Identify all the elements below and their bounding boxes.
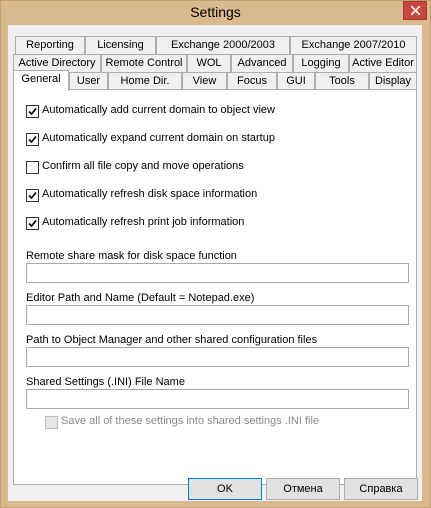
editor-path-input[interactable] (26, 305, 409, 325)
checkbox-refresh-disk-space[interactable] (26, 189, 39, 202)
option-label: Automatically add current domain to obje… (42, 104, 275, 116)
tab-user[interactable]: User (69, 72, 108, 90)
close-button[interactable] (403, 1, 427, 20)
object-manager-path-label: Path to Object Manager and other shared … (26, 334, 318, 346)
option-label: Automatically refresh print job informat… (42, 216, 245, 228)
checkbox-save-shared-settings[interactable] (45, 416, 58, 429)
tab-view[interactable]: View (182, 72, 227, 90)
tab-exchange-2007-2010[interactable]: Exchange 2007/2010 (290, 36, 417, 54)
option-label: Confirm all file copy and move operation… (42, 160, 244, 172)
dialog-client: Reporting Licensing Exchange 2000/2003 E… (8, 25, 422, 501)
tab-display[interactable]: Display (369, 72, 417, 90)
remote-share-mask-label: Remote share mask for disk space functio… (26, 250, 237, 262)
title-bar[interactable]: Settings (1, 1, 430, 25)
object-manager-path-input[interactable] (26, 347, 409, 367)
remote-share-mask-input[interactable] (26, 263, 409, 283)
checkmark-icon (28, 191, 37, 200)
tab-gui[interactable]: GUI (277, 72, 315, 90)
checkbox-refresh-print-job[interactable] (26, 217, 39, 230)
general-tab-panel: Automatically add current domain to obje… (13, 89, 417, 485)
cancel-button[interactable]: Отмена (266, 478, 340, 500)
tab-active-editor[interactable]: Active Editor (349, 54, 417, 72)
tab-home-dir[interactable]: Home Dir. (108, 72, 182, 90)
tab-wol[interactable]: WOL (187, 54, 231, 72)
checkbox-expand-current-domain[interactable] (26, 133, 39, 146)
checkbox-add-current-domain[interactable] (26, 105, 39, 118)
tab-general[interactable]: General (13, 70, 69, 91)
tab-focus[interactable]: Focus (227, 72, 277, 90)
option-label: Save all of these settings into shared s… (61, 415, 320, 427)
checkbox-confirm-copy-move[interactable] (26, 161, 39, 174)
checkmark-icon (28, 219, 37, 228)
tab-reporting[interactable]: Reporting (15, 36, 85, 54)
settings-window: Settings Reporting Licensing Exchange 20… (0, 0, 431, 508)
checkmark-icon (28, 107, 37, 116)
checkmark-icon (28, 135, 37, 144)
tab-advanced[interactable]: Advanced (231, 54, 293, 72)
close-icon (411, 6, 420, 15)
help-button[interactable]: Справка (344, 478, 418, 500)
tab-licensing[interactable]: Licensing (85, 36, 156, 54)
window-title: Settings (190, 4, 241, 20)
option-label: Automatically expand current domain on s… (42, 132, 275, 144)
shared-settings-file-label: Shared Settings (.INI) File Name (26, 376, 185, 388)
shared-settings-file-input[interactable] (26, 389, 409, 409)
tab-logging[interactable]: Logging (293, 54, 349, 72)
tab-remote-control[interactable]: Remote Control (101, 54, 187, 72)
tab-tools[interactable]: Tools (315, 72, 369, 90)
option-label: Automatically refresh disk space informa… (42, 188, 258, 200)
ok-button[interactable]: OK (188, 478, 262, 500)
editor-path-label: Editor Path and Name (Default = Notepad.… (26, 292, 255, 304)
tab-exchange-2000-2003[interactable]: Exchange 2000/2003 (156, 36, 290, 54)
